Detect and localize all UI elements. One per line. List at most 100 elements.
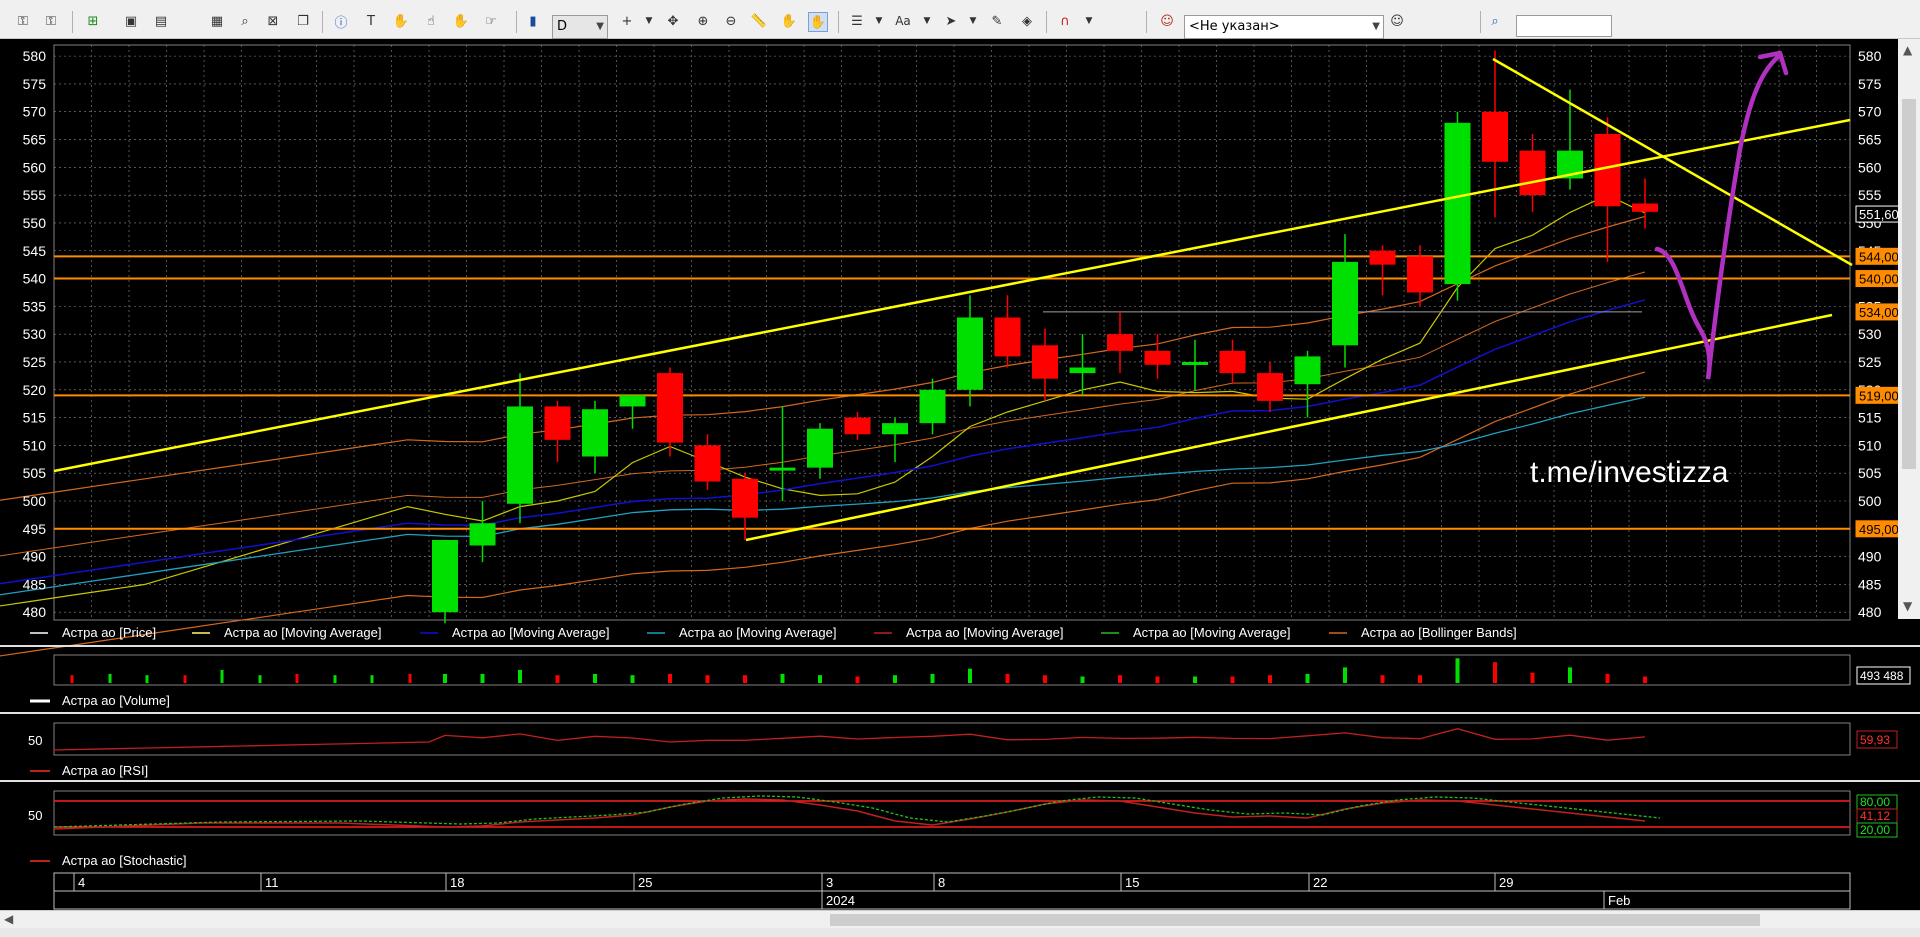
- chart-window-icon[interactable]: ▤: [152, 12, 170, 30]
- pan-icon[interactable]: ✋: [780, 12, 798, 30]
- scroll-down-icon[interactable]: ▼: [1903, 599, 1912, 613]
- volume-bar: [743, 675, 747, 683]
- price-tick-label: 540: [23, 271, 47, 287]
- price-badge-label: 519,00: [1859, 388, 1899, 403]
- price-badge-label: 540,00: [1859, 272, 1899, 287]
- hand-down-icon[interactable]: ✋: [452, 12, 470, 30]
- candle-body[interactable]: [957, 317, 983, 390]
- candle-body[interactable]: [619, 395, 646, 407]
- candle-body[interactable]: [657, 373, 683, 443]
- scroll-up-icon[interactable]: ▲: [1903, 43, 1912, 57]
- horizontal-scroll-thumb[interactable]: [830, 914, 1760, 926]
- price-tick-label: 570: [23, 104, 47, 120]
- magnet-icon[interactable]: ∩: [1056, 12, 1074, 30]
- price-badge-label: 534,00: [1859, 305, 1899, 320]
- candle-body[interactable]: [1257, 373, 1283, 401]
- time-tick-label: 8: [938, 875, 945, 890]
- period-label: 2024: [826, 893, 855, 908]
- copy-window-icon[interactable]: ❐: [294, 12, 312, 30]
- candle-body[interactable]: [1069, 367, 1096, 374]
- price-tick-label: 565: [23, 132, 47, 148]
- scroll-left-icon[interactable]: ◀: [4, 912, 13, 926]
- palette-icon[interactable]: ◈: [1018, 12, 1036, 30]
- candle-body[interactable]: [1332, 261, 1358, 346]
- key-icon[interactable]: ⚿: [14, 12, 32, 30]
- candle-body[interactable]: [544, 406, 571, 440]
- candle-body[interactable]: [919, 389, 946, 424]
- vertical-scrollbar[interactable]: ▲ ▼: [1898, 39, 1920, 619]
- dropdown-arrow-icon[interactable]: ▼: [964, 12, 982, 30]
- key-off-icon[interactable]: ⚿: [42, 12, 60, 30]
- move-icon[interactable]: ✥: [664, 12, 682, 30]
- candle-body[interactable]: [769, 467, 796, 471]
- hand-point-icon[interactable]: ☞: [482, 12, 500, 30]
- panel-divider[interactable]: [0, 780, 1920, 782]
- candle-body[interactable]: [1444, 122, 1471, 285]
- candle-body[interactable]: [469, 523, 496, 546]
- eraser-icon[interactable]: ✎: [988, 12, 1006, 30]
- candle-body[interactable]: [844, 417, 871, 435]
- candles-icon[interactable]: ▮: [524, 12, 542, 30]
- order-book-icon[interactable]: ▦: [208, 12, 226, 30]
- volume-bar: [630, 675, 635, 683]
- ruler-icon[interactable]: 📏: [750, 12, 768, 30]
- candle-body[interactable]: [1519, 150, 1546, 196]
- chart-area[interactable]: t.me/investizza 480 485 490 495 500 505 510 515…: [0, 39, 1920, 915]
- zoom-in-icon[interactable]: ⊕: [694, 12, 712, 30]
- user-settings-icon[interactable]: ☺: [1388, 12, 1406, 30]
- candle-body[interactable]: [1182, 361, 1208, 365]
- candle-body[interactable]: [1369, 250, 1396, 265]
- chart-svg[interactable]: t.me/investizza 480 485 490 495 500 505 510 515…: [0, 39, 1920, 915]
- candle-body[interactable]: [732, 478, 758, 518]
- vertical-scroll-thumb[interactable]: [1902, 99, 1916, 469]
- horizontal-scrollbar[interactable]: ◀: [0, 910, 1920, 929]
- candle-body[interactable]: [507, 406, 533, 504]
- candle-body[interactable]: [1632, 203, 1658, 212]
- candle-body[interactable]: [1144, 350, 1171, 365]
- candle-body[interactable]: [1482, 111, 1508, 162]
- panel-divider[interactable]: [0, 712, 1920, 714]
- dropdown-arrow-icon[interactable]: ▼: [918, 12, 936, 30]
- price-tick-label: 555: [1858, 187, 1882, 203]
- candle-body[interactable]: [1407, 256, 1433, 293]
- candle-body[interactable]: [1107, 334, 1133, 351]
- candle-body[interactable]: [582, 409, 608, 457]
- font-icon[interactable]: Aa: [894, 12, 912, 30]
- arrow-tool-icon[interactable]: ➤: [942, 12, 960, 30]
- grab-icon[interactable]: ✋: [808, 12, 828, 32]
- stochastic-legend-label: Астра ао [Stochastic]: [62, 853, 186, 868]
- zoom-out-icon[interactable]: ⊖: [722, 12, 740, 30]
- timeframe-select[interactable]: D ▼: [552, 15, 608, 39]
- candle-body[interactable]: [1219, 350, 1246, 374]
- hand-up-icon[interactable]: ☝: [422, 12, 440, 30]
- search-input[interactable]: [1516, 15, 1612, 37]
- candle-body[interactable]: [882, 423, 908, 435]
- candle-body[interactable]: [694, 445, 721, 482]
- candle-body[interactable]: [432, 539, 458, 613]
- hand-icon[interactable]: ✋: [392, 12, 410, 30]
- time-tick-label: 3: [826, 875, 833, 890]
- candle-body[interactable]: [1032, 345, 1058, 379]
- add-chart-icon[interactable]: ⊞: [84, 12, 102, 30]
- candle-body[interactable]: [1294, 356, 1321, 385]
- search-icon[interactable]: ⌕: [1486, 12, 1504, 30]
- price-tick-label: 515: [1858, 410, 1882, 426]
- lines-icon[interactable]: ☰: [848, 12, 866, 30]
- rsi-badge: 59,93: [1860, 733, 1890, 747]
- crosshair-icon[interactable]: +: [618, 12, 636, 30]
- account-select[interactable]: <Не указан> ▼: [1184, 15, 1384, 39]
- window-icon[interactable]: ▣: [122, 12, 140, 30]
- candle-body[interactable]: [994, 317, 1021, 357]
- dropdown-arrow-icon[interactable]: ▼: [1080, 12, 1098, 30]
- text-tool-icon[interactable]: T: [362, 12, 380, 30]
- dropdown-arrow-icon[interactable]: ▼: [870, 12, 888, 30]
- dropdown-arrow-icon[interactable]: ▼: [640, 12, 658, 30]
- user-icon[interactable]: ☺: [1158, 12, 1176, 30]
- close-window-icon[interactable]: ⊠: [264, 12, 282, 30]
- legend-label: Астра ао [Moving Average]: [452, 625, 609, 640]
- zoom-window-icon[interactable]: ⌕: [236, 12, 254, 30]
- panel-divider[interactable]: [0, 645, 1920, 647]
- info-icon[interactable]: ⓘ: [332, 12, 350, 31]
- price-tick-label: 510: [1858, 437, 1882, 453]
- candle-body[interactable]: [807, 428, 833, 468]
